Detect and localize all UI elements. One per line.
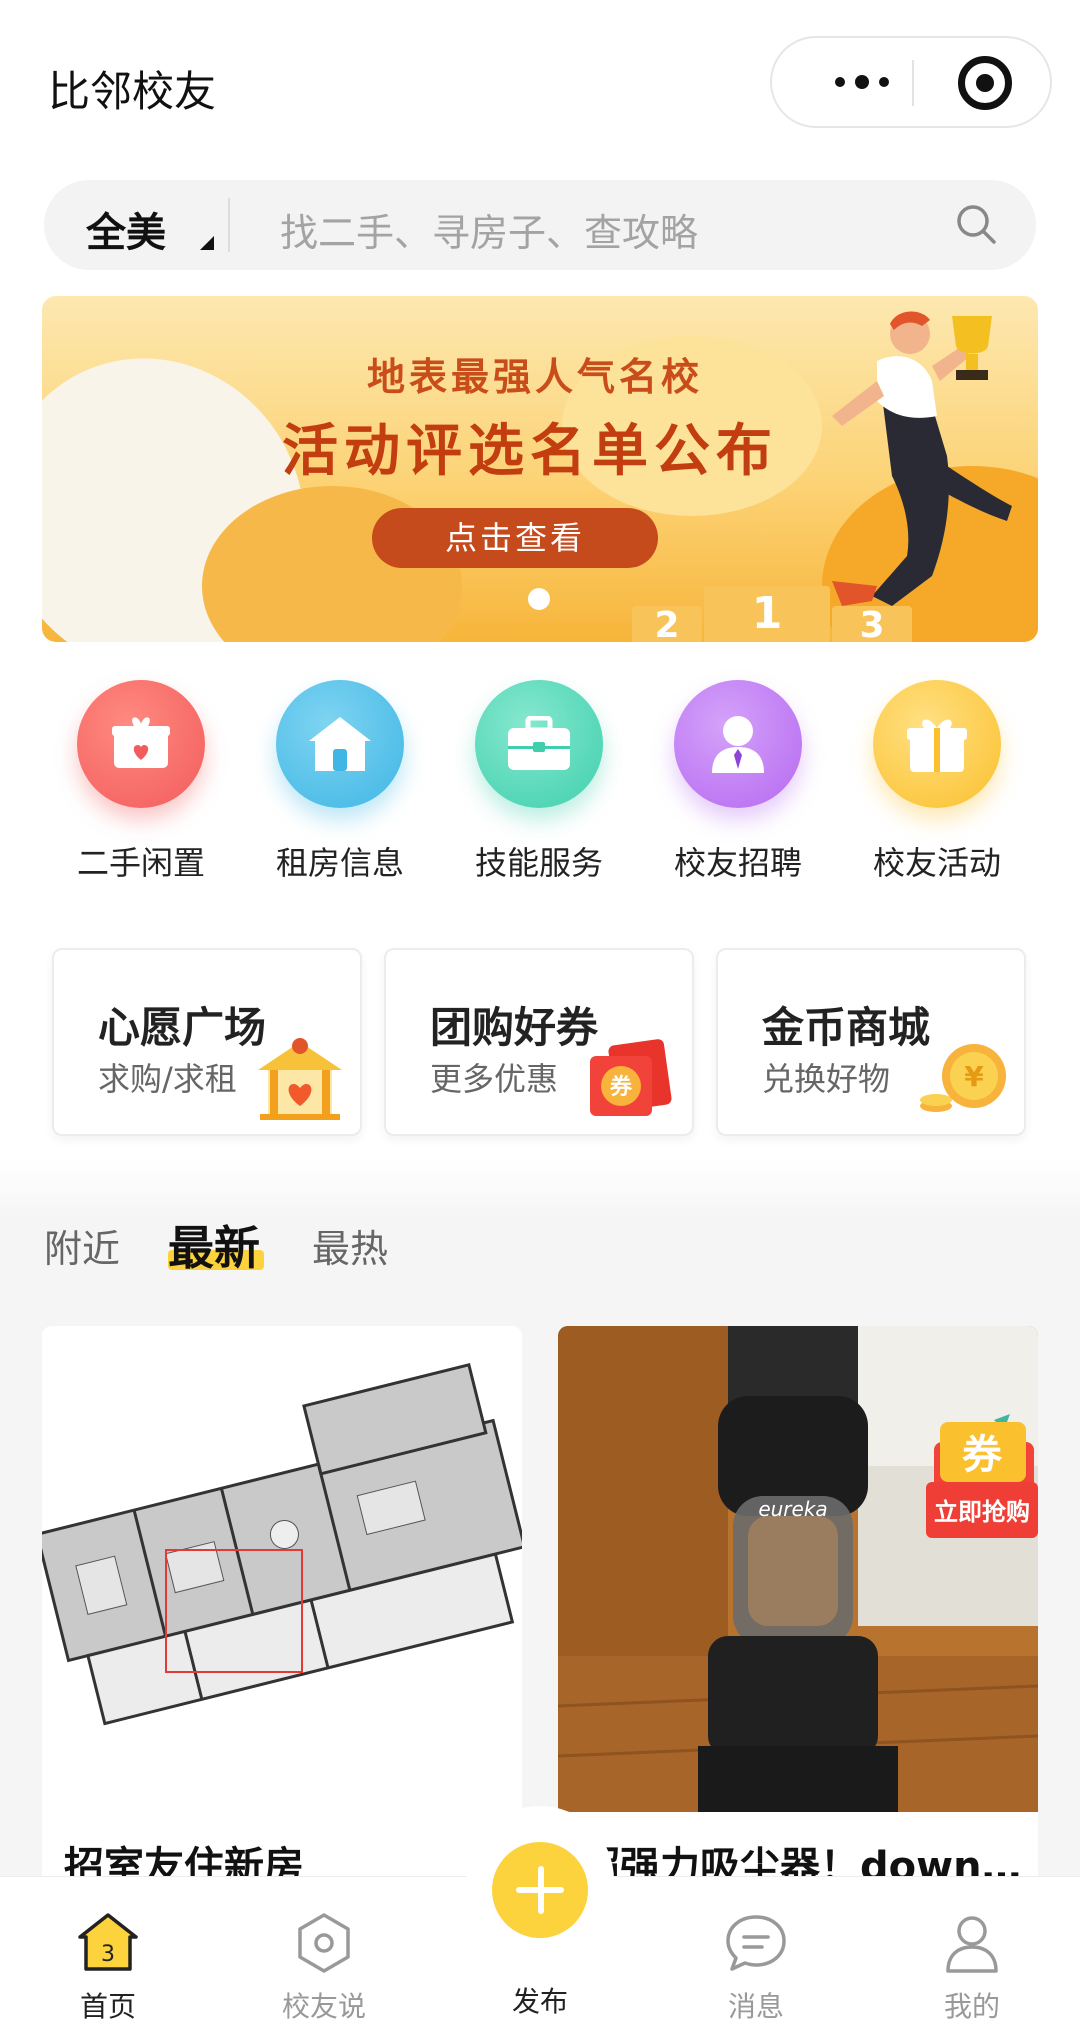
publish-button[interactable]	[492, 1842, 588, 1938]
category-secondhand[interactable]: 二手闲置	[41, 680, 241, 884]
category-label: 校友活动	[872, 844, 1001, 882]
podium-2: 2	[632, 606, 702, 642]
card-title: 团购好券	[430, 1003, 599, 1052]
search-bar: 全美 找二手、寻房子、查攻略	[44, 180, 1036, 270]
red-coupon-icon: 券	[590, 1039, 672, 1116]
hexagon-icon	[298, 1913, 350, 1973]
nav-label: 我的	[943, 1990, 1000, 2023]
coupon-badge-bottom: 立即抢购	[934, 1498, 1030, 1526]
search-divider	[228, 198, 230, 252]
category-recruit[interactable]: 校友招聘	[638, 680, 838, 884]
tab-hottest[interactable]: 最热	[312, 1218, 388, 1273]
region-selector[interactable]: 全美	[86, 200, 166, 258]
svg-text:3: 3	[101, 1942, 115, 1967]
close-target-icon[interactable]	[958, 56, 1012, 110]
nav-label: 首页	[79, 1990, 136, 2023]
nav-profile[interactable]: 我的	[864, 1877, 1080, 2040]
category-rental[interactable]: 租房信息	[240, 680, 440, 884]
floor-plan-image	[42, 1326, 522, 1812]
coupon-badge-top: 券	[962, 1432, 1003, 1478]
banner-cta-button[interactable]: 点击查看	[372, 508, 658, 568]
card-subtitle: 兑换好物	[762, 1060, 891, 1098]
mini-program-capsule	[770, 36, 1052, 128]
coin-mall-card[interactable]: 金币商城 兑换好物 ¥	[716, 948, 1026, 1136]
banner-title: 活动评选名单公布	[282, 419, 778, 484]
category-label: 二手闲置	[76, 844, 205, 882]
feature-cards: 心愿广场 求购/求租 团购好券 更多优惠 券 金币商城 兑换好物 ¥	[52, 948, 1028, 1136]
search-input[interactable]: 找二手、寻房子、查攻略	[280, 202, 698, 257]
home-icon: 3	[78, 1913, 138, 1971]
publish-label: 发布	[511, 1985, 568, 2018]
capsule-divider	[912, 60, 914, 106]
person-tie-icon	[674, 680, 802, 808]
top-bar: 比邻校友	[0, 0, 1080, 160]
carousel-indicator	[528, 588, 550, 610]
promo-banner[interactable]: 2 1 3 地表最强人气名校 活动评选名单公布 点击查看	[42, 296, 1038, 642]
category-label: 技能服务	[474, 844, 603, 882]
feed-item[interactable]: 招室友住新房	[42, 1326, 522, 1946]
gift-box-icon	[77, 680, 205, 808]
coupon-badge[interactable]: 券 立即抢购	[924, 1412, 1054, 1552]
banner-subtitle: 地表最强人气名校	[366, 355, 703, 399]
svg-text:¥: ¥	[964, 1060, 984, 1093]
nav-label: 消息	[727, 1990, 784, 2023]
gift-icon	[873, 680, 1001, 808]
card-subtitle: 求购/求租	[98, 1060, 237, 1098]
card-title: 心愿广场	[98, 1003, 267, 1052]
chat-bubble-icon	[726, 1915, 786, 1971]
wish-square-card[interactable]: 心愿广场 求购/求租	[52, 948, 362, 1136]
card-title: 金币商城	[762, 1003, 931, 1052]
user-icon	[946, 1916, 998, 1973]
briefcase-icon	[475, 680, 603, 808]
vacuum-cleaner-image: eureka	[558, 1326, 1038, 1812]
caret-down-icon	[200, 236, 214, 250]
svg-text:券: 券	[609, 1074, 633, 1100]
search-icon[interactable]	[954, 202, 998, 246]
tab-nearby[interactable]: 附近	[44, 1218, 120, 1273]
group-coupon-card[interactable]: 团购好券 更多优惠 券	[384, 948, 694, 1136]
house-icon	[276, 680, 404, 808]
gold-coin-icon: ¥	[920, 1044, 1006, 1112]
category-label: 校友招聘	[673, 844, 802, 882]
card-subtitle: 更多优惠	[430, 1060, 559, 1098]
nav-messages[interactable]: 消息	[648, 1877, 864, 2040]
nav-label: 校友说	[281, 1990, 366, 2023]
wish-house-icon	[258, 1038, 342, 1120]
category-skills[interactable]: 技能服务	[439, 680, 639, 884]
more-icon[interactable]	[812, 38, 912, 126]
nav-alumni-talk[interactable]: 校友说	[216, 1877, 432, 2040]
category-grid: 二手闲置 租房信息 技能服务 校友招聘 校友活动	[0, 680, 1080, 882]
category-events[interactable]: 校友活动	[837, 680, 1037, 884]
svg-text:eureka: eureka	[758, 1497, 827, 1521]
category-label: 租房信息	[275, 844, 404, 882]
app-title: 比邻校友	[48, 67, 217, 116]
tab-latest[interactable]: 最新	[168, 1212, 260, 1278]
nav-home[interactable]: 3 首页	[0, 1877, 216, 2040]
